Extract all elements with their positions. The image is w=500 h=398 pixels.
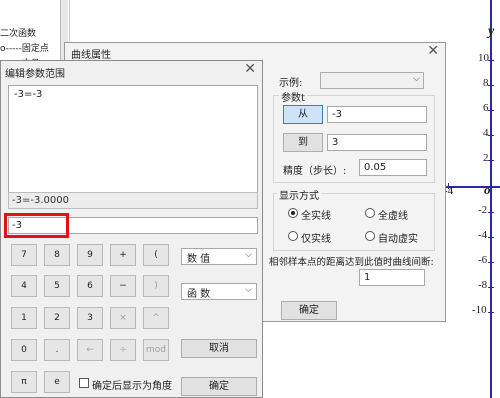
key-right-paren[interactable]: ) [143, 275, 169, 297]
key-3[interactable]: 3 [77, 307, 103, 329]
y-tick-label: 6 [483, 102, 489, 114]
example-select[interactable]: ⌵ [320, 72, 424, 89]
precision-label: 精度（步长）: [283, 166, 347, 177]
key-2[interactable]: 2 [44, 307, 70, 329]
radio-real-only-label[interactable]: 仅实线 [301, 230, 331, 245]
y-tick-mark [488, 237, 494, 238]
to-value-field[interactable]: 3 [327, 134, 427, 151]
angle-checkbox[interactable] [79, 378, 89, 388]
precision-field[interactable]: 0.05 [359, 159, 427, 176]
key-plus[interactable]: + [110, 244, 136, 266]
radio-real-only[interactable] [288, 231, 298, 241]
chevron-down-icon: ⌵ [413, 74, 420, 84]
y-tick-label: -2 [478, 204, 488, 216]
radio-solid[interactable] [288, 208, 298, 218]
chevron-down-icon: ⌵ [245, 250, 252, 260]
break-value-field[interactable]: 1 [359, 269, 425, 286]
y-tick-mark [488, 312, 494, 313]
angle-checkbox-label[interactable]: 确定后显示为角度 [92, 377, 172, 392]
y-tick-label: 2 [483, 152, 489, 164]
y-tick-label: -10 [472, 304, 487, 316]
value-select-text: 数 值 [187, 254, 211, 265]
example-label: 示例: [279, 78, 303, 89]
chevron-down-icon: ⌵ [245, 285, 252, 295]
param-group-label: 参数t [279, 89, 307, 104]
key-e[interactable]: e [44, 371, 70, 393]
y-tick-label: -4 [478, 229, 488, 241]
key-multiply[interactable]: × [110, 307, 136, 329]
x-tick-mark [448, 183, 449, 189]
y-tick-label: 10 [478, 52, 489, 64]
dialog-title: 编辑参数范围 [5, 69, 65, 80]
key-divide[interactable]: ÷ [110, 339, 136, 361]
origin-label: o [484, 182, 491, 197]
key-dot[interactable]: . [44, 339, 70, 361]
to-button[interactable]: 到 [283, 133, 323, 152]
key-4[interactable]: 4 [11, 275, 37, 297]
key-backspace[interactable]: ← [77, 339, 103, 361]
key-pi[interactable]: π [11, 371, 37, 393]
key-7[interactable]: 7 [11, 244, 37, 266]
y-tick-label: 4 [483, 127, 489, 139]
tree-item[interactable]: o-----固定点 [0, 41, 49, 54]
from-value-field[interactable]: -3 [327, 106, 427, 123]
expression-editor[interactable]: -3=-3 [8, 85, 258, 199]
tree-item[interactable]: 二次函数 [0, 26, 36, 39]
highlight-annotation [4, 213, 69, 238]
radio-dashed[interactable] [365, 208, 375, 218]
key-6[interactable]: 6 [77, 275, 103, 297]
key-left-paren[interactable]: ( [143, 244, 169, 266]
y-tick-label: 8 [483, 77, 489, 89]
radio-auto-label[interactable]: 自动虚实 [378, 230, 418, 245]
edit-param-range-dialog: 编辑参数范围 ✕ -3=-3 -3=-3.0000 -3 7 8 9 + ( 4… [0, 60, 263, 398]
key-1[interactable]: 1 [11, 307, 37, 329]
key-power[interactable]: ^ [143, 307, 169, 329]
break-label: 相邻样本点的距离达到此值时曲线间断: [269, 257, 434, 268]
curve-ok-button[interactable]: 确定 [281, 301, 337, 320]
display-group-label: 显示方式 [277, 187, 321, 202]
key-0[interactable]: 0 [11, 339, 37, 361]
y-tick-mark [488, 212, 494, 213]
result-field: -3=-3.0000 [8, 192, 258, 209]
y-axis-label: y [488, 24, 495, 39]
from-button[interactable]: 从 [283, 105, 323, 124]
param-ok-button[interactable]: 确定 [181, 377, 257, 396]
key-9[interactable]: 9 [77, 244, 103, 266]
y-tick-label: -8 [478, 279, 488, 291]
key-minus[interactable]: − [110, 275, 136, 297]
key-8[interactable]: 8 [44, 244, 70, 266]
radio-auto[interactable] [365, 231, 375, 241]
expression-text: -3=-3 [14, 89, 43, 100]
value-select[interactable]: 数 值 ⌵ [181, 248, 257, 265]
close-icon[interactable]: ✕ [244, 61, 256, 77]
function-select[interactable]: 函 数 ⌵ [181, 283, 257, 300]
close-icon[interactable]: ✕ [427, 43, 439, 59]
dialog-title: 曲线属性 [71, 50, 111, 61]
y-tick-mark [488, 287, 494, 288]
y-tick-mark [488, 160, 494, 161]
y-tick-label: -6 [478, 254, 488, 266]
function-select-text: 函 数 [187, 289, 211, 300]
y-tick-mark [488, 262, 494, 263]
radio-dashed-label[interactable]: 全虚线 [378, 207, 408, 222]
key-mod[interactable]: mod [143, 339, 169, 361]
radio-solid-label[interactable]: 全实线 [301, 207, 331, 222]
cancel-button[interactable]: 取消 [181, 339, 257, 358]
key-5[interactable]: 5 [44, 275, 70, 297]
